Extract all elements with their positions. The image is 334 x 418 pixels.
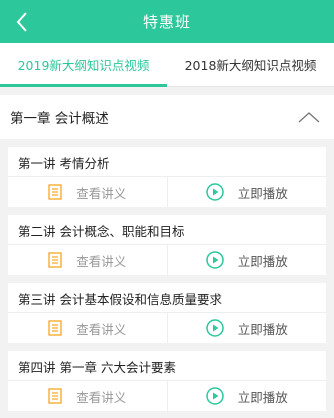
play-now-button[interactable]: 立即播放	[166, 177, 327, 207]
play-icon	[205, 319, 224, 337]
tab-bar: 2019新大纲知识点视频 2018新大纲知识点视频	[0, 43, 334, 87]
play-now-button[interactable]: 立即播放	[166, 313, 327, 343]
collapse-toggle[interactable]	[296, 107, 322, 127]
lesson-title: 第一讲 考情分析	[18, 156, 110, 171]
play-now-button[interactable]: 立即播放	[166, 245, 327, 275]
play-icon	[205, 183, 224, 201]
view-handout-label: 查看讲义	[76, 185, 127, 201]
document-icon	[48, 320, 62, 336]
lesson-title: 第三讲 会计基本假设和信息质量要求	[18, 292, 222, 307]
play-now-label: 立即播放	[237, 185, 288, 201]
lesson-actions: 查看讲义 立即播放	[8, 176, 326, 207]
view-handout-button[interactable]: 查看讲义	[8, 313, 167, 343]
tab-2018-videos[interactable]: 2018新大纲知识点视频	[167, 43, 334, 86]
view-handout-button[interactable]: 查看讲义	[8, 245, 167, 275]
document-icon	[48, 252, 62, 268]
page-title: 特惠班	[142, 13, 191, 31]
play-now-label: 立即播放	[237, 253, 288, 269]
chevron-up-icon	[298, 112, 320, 123]
chevron-left-icon	[16, 11, 27, 32]
document-icon	[48, 184, 62, 200]
lesson-actions: 查看讲义 立即播放	[8, 312, 326, 343]
play-icon	[205, 251, 224, 269]
lesson-list: 第一讲 考情分析 查看讲义 立即播放 第二讲 会计概念、职能和目标 查看讲义 立…	[0, 147, 334, 411]
lesson-card: 第三讲 会计基本假设和信息质量要求 查看讲义 立即播放	[8, 283, 326, 343]
lesson-title: 第二讲 会计概念、职能和目标	[18, 224, 185, 239]
view-handout-button[interactable]: 查看讲义	[8, 177, 167, 207]
view-handout-label: 查看讲义	[76, 253, 127, 269]
play-icon	[205, 387, 224, 405]
lesson-card: 第二讲 会计概念、职能和目标 查看讲义 立即播放	[8, 215, 326, 275]
back-button[interactable]	[4, 0, 40, 43]
lesson-actions: 查看讲义 立即播放	[8, 244, 326, 275]
view-handout-label: 查看讲义	[76, 389, 127, 405]
lesson-actions: 查看讲义 立即播放	[8, 380, 326, 411]
tab-2019-videos[interactable]: 2019新大纲知识点视频	[0, 43, 167, 87]
play-now-label: 立即播放	[237, 321, 288, 337]
document-icon	[48, 388, 62, 404]
view-handout-button[interactable]: 查看讲义	[8, 381, 167, 411]
lesson-card: 第一讲 考情分析 查看讲义 立即播放	[8, 147, 326, 207]
view-handout-label: 查看讲义	[76, 321, 127, 337]
lesson-title: 第四讲 第一章 六大会计要素	[18, 360, 176, 375]
chapter-title: 第一章 会计概述	[10, 111, 109, 127]
app-header: 特惠班	[0, 0, 334, 43]
lesson-card: 第四讲 第一章 六大会计要素 查看讲义 立即播放	[8, 351, 326, 411]
play-now-button[interactable]: 立即播放	[166, 381, 327, 411]
chapter-header[interactable]: 第一章 会计概述	[0, 95, 334, 139]
play-now-label: 立即播放	[237, 389, 288, 405]
